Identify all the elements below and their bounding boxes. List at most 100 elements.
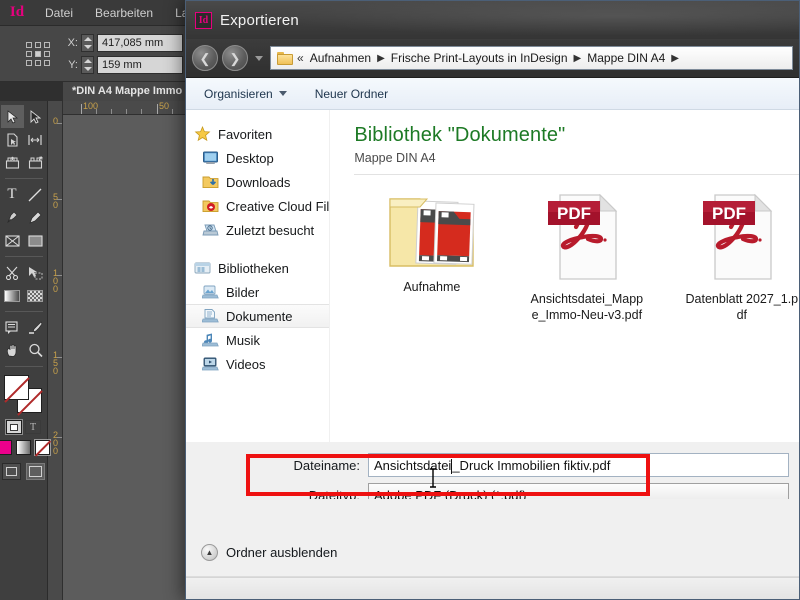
gap-tool[interactable] <box>24 128 47 151</box>
x-input[interactable]: 417,085 mm <box>97 33 183 52</box>
chevron-up-icon: ▲ <box>201 544 218 561</box>
libraries-icon <box>194 260 211 276</box>
type-tool[interactable]: T <box>1 183 24 206</box>
text-caret <box>451 458 453 474</box>
folder-icon <box>277 51 293 65</box>
normal-view-mode-button[interactable] <box>2 463 21 480</box>
sidebar-item-label: Dokumente <box>226 308 293 324</box>
direct-selection-tool[interactable] <box>24 105 47 128</box>
y-input[interactable]: 159 mm <box>97 55 183 74</box>
file-grid: Aufnahme PDF Ansichtsdatei_Mappe_Immo-Ne… <box>354 189 799 323</box>
sidebar-item-creative-cloud-files[interactable]: Creative Cloud Fil <box>186 194 329 218</box>
pdf-file-icon: PDF <box>701 189 783 285</box>
library-divider <box>354 174 799 175</box>
export-file-dialog: Id Exportieren ❮ ❯ « Aufnahmen ▶ Frische… <box>185 0 800 600</box>
gradient-swatch-tool[interactable] <box>1 284 24 307</box>
ruler-h-mark-50: 50 <box>159 101 170 111</box>
documents-library-icon <box>201 308 219 324</box>
breadcrumb-chevron-icon[interactable]: ▶ <box>667 53 683 64</box>
format-container-button[interactable] <box>5 419 23 435</box>
sidebar-item-label: Desktop <box>226 150 274 166</box>
ruler-v-mark-100: 100 <box>52 268 58 294</box>
footer-button-strip <box>186 577 799 599</box>
breadcrumb-item-1[interactable]: Frische Print-Layouts in InDesign <box>389 51 570 65</box>
content-collector-tool[interactable] <box>1 151 24 174</box>
desktop-icon <box>202 150 219 166</box>
gradient-swatch[interactable] <box>16 440 31 455</box>
dialog-title: Exportieren <box>220 11 299 29</box>
back-arrow-icon[interactable]: ❮ <box>192 45 218 71</box>
y-stepper[interactable] <box>81 55 94 74</box>
page-tool[interactable] <box>1 128 24 151</box>
sidebar-item-musik[interactable]: Musik <box>186 328 329 352</box>
none-swatch[interactable] <box>34 439 51 456</box>
menu-datei[interactable]: Datei <box>34 0 84 26</box>
breadcrumb[interactable]: « Aufnahmen ▶ Frische Print-Layouts in I… <box>270 46 793 70</box>
breadcrumb-chevron-icon[interactable]: ▶ <box>570 53 586 64</box>
formatting-target: T <box>5 419 41 435</box>
menu-bearbeiten[interactable]: Bearbeiten <box>84 0 164 26</box>
history-dropdown-icon[interactable] <box>255 55 263 61</box>
pictures-library-icon <box>201 284 219 300</box>
file-list-pane[interactable]: Bibliothek "Dokumente" Mappe DIN A4 Aufn… <box>330 110 799 442</box>
file-label: Ansichtsdatei_Mappe_Immo-Neu-v3.pdf <box>530 292 644 322</box>
navigation-pane: Favoriten Desktop Downloads Creative Clo… <box>186 110 330 442</box>
ruler-v-mark-0: 0 <box>52 116 58 126</box>
forward-arrow-icon[interactable]: ❯ <box>222 45 248 71</box>
fill-swatch[interactable] <box>3 375 30 403</box>
sidebar-item-downloads[interactable]: Downloads <box>186 170 329 194</box>
sidebar-item-dokumente[interactable]: Dokumente <box>186 304 330 328</box>
breadcrumb-overflow-icon[interactable]: « <box>297 51 304 65</box>
format-text-button[interactable]: T <box>25 420 41 434</box>
breadcrumb-item-0[interactable]: Aufnahmen <box>308 51 373 65</box>
fill-stroke-swatches[interactable] <box>3 375 44 416</box>
pencil-tool[interactable] <box>24 206 47 229</box>
sidebar-item-zuletzt-besucht[interactable]: Zuletzt besucht <box>186 218 329 242</box>
hide-folders-button[interactable]: ▲ Ordner ausblenden <box>201 544 337 561</box>
zoom-tool[interactable] <box>24 339 47 362</box>
videos-library-icon <box>201 356 219 372</box>
scissors-tool[interactable] <box>1 261 24 284</box>
rectangle-frame-tool[interactable] <box>1 229 24 252</box>
sidebar-item-videos[interactable]: Videos <box>186 352 329 376</box>
folder-with-photos-icon <box>384 189 480 273</box>
new-folder-button[interactable]: Neuer Ordner <box>315 87 388 101</box>
hand-tool[interactable] <box>1 339 24 362</box>
selection-tool[interactable] <box>0 105 24 128</box>
sidebar-item-label: Bilder <box>226 284 260 300</box>
x-stepper[interactable] <box>81 33 94 52</box>
sidebar-item-desktop[interactable]: Desktop <box>186 146 329 170</box>
free-transform-tool[interactable] <box>24 261 47 284</box>
organize-button[interactable]: Organisieren <box>204 87 287 101</box>
breadcrumb-chevron-icon[interactable]: ▶ <box>373 53 389 64</box>
file-item-folder[interactable]: Aufnahme <box>354 189 509 323</box>
indesign-tools-panel: T T <box>0 101 51 600</box>
sidebar-item-favoriten[interactable]: Favoriten <box>186 122 329 146</box>
document-tab[interactable]: *DIN A4 Mappe Immo <box>63 82 192 101</box>
position-fields: X: 417,085 mm Y: 159 mm <box>66 33 183 74</box>
x-label: X: <box>67 36 78 49</box>
color-swatch-magenta[interactable] <box>0 440 12 455</box>
hide-folders-label: Ordner ausblenden <box>226 545 338 560</box>
sidebar-item-bilder[interactable]: Bilder <box>186 280 329 304</box>
star-icon <box>194 125 211 142</box>
line-tool[interactable] <box>24 183 47 206</box>
filename-value-before-caret: Ansichtsdatei <box>374 457 452 473</box>
file-item-pdf-2[interactable]: PDF Datenblatt 2027_1.pdf <box>664 189 799 323</box>
pen-tool[interactable] <box>1 206 24 229</box>
eyedropper-tool[interactable] <box>24 316 47 339</box>
reference-point-selector[interactable] <box>16 34 60 74</box>
ruler-v-mark-150: 150 <box>52 350 58 376</box>
dialog-title-bar[interactable]: Id Exportieren <box>186 1 799 39</box>
breadcrumb-item-2[interactable]: Mappe DIN A4 <box>585 51 667 65</box>
content-placer-tool[interactable] <box>24 151 47 174</box>
file-item-pdf-1[interactable]: PDF Ansichtsdatei_Mappe_Immo-Neu-v3.pdf <box>509 189 664 323</box>
sidebar-item-label: Musik <box>226 332 260 348</box>
filename-value-after-caret: _Druck Immobilien fiktiv.pdf <box>452 457 611 473</box>
note-tool[interactable] <box>1 316 24 339</box>
preview-mode-button[interactable] <box>26 463 45 480</box>
sidebar-item-bibliotheken[interactable]: Bibliotheken <box>186 256 329 280</box>
gradient-feather-tool[interactable] <box>24 284 47 307</box>
rectangle-tool[interactable] <box>24 229 47 252</box>
